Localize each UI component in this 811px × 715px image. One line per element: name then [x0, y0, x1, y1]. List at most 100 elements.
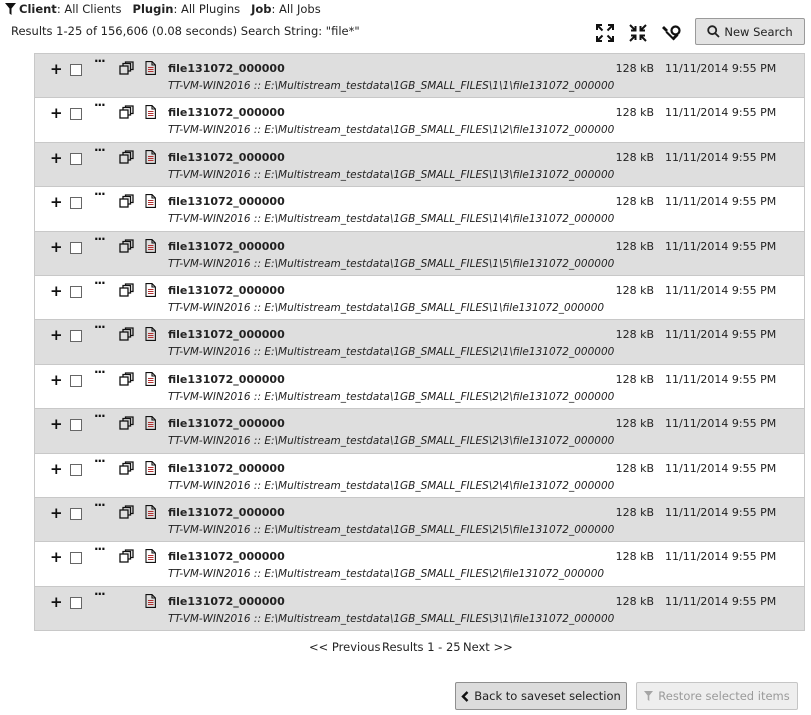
- more-options-icon[interactable]: ···: [94, 542, 106, 556]
- job-filter[interactable]: Job: All Jobs: [251, 2, 321, 16]
- file-icon[interactable]: [145, 149, 156, 167]
- expand-row-button[interactable]: +: [50, 283, 63, 298]
- row-checkbox[interactable]: [70, 552, 82, 565]
- file-icon[interactable]: [145, 327, 156, 344]
- file-icon[interactable]: [145, 238, 156, 256]
- previous-page-link[interactable]: << Previous: [309, 640, 381, 654]
- file-icon[interactable]: [145, 416, 156, 433]
- versions-icon[interactable]: [119, 61, 134, 78]
- restore-selected-button: Restore selected items: [636, 682, 798, 710]
- file-size: 128 kB: [615, 283, 654, 297]
- more-options-icon[interactable]: ···: [94, 454, 106, 468]
- file-name[interactable]: file131072_000000: [168, 550, 285, 563]
- more-options-icon[interactable]: ···: [94, 187, 106, 201]
- file-icon[interactable]: [145, 371, 156, 389]
- expand-row-button[interactable]: +: [50, 505, 63, 520]
- plugin-filter[interactable]: Plugin: All Plugins: [133, 2, 241, 16]
- versions-icon[interactable]: [119, 372, 134, 389]
- expand-row-button[interactable]: +: [50, 417, 63, 432]
- back-to-saveset-button[interactable]: Back to saveset selection: [455, 682, 627, 710]
- tools-button[interactable]: [660, 22, 682, 44]
- row-checkbox[interactable]: [70, 241, 82, 254]
- next-page-link[interactable]: Next >>: [463, 640, 513, 654]
- file-name[interactable]: file131072_000000: [168, 151, 285, 164]
- row-checkbox[interactable]: [70, 285, 82, 298]
- expand-row-button[interactable]: +: [50, 594, 63, 609]
- versions-icon[interactable]: [119, 238, 134, 256]
- expand-row-button[interactable]: +: [50, 550, 63, 565]
- row-checkbox[interactable]: [70, 596, 82, 609]
- tools-icon: [662, 25, 681, 41]
- more-options-icon[interactable]: ···: [94, 54, 106, 68]
- client-filter[interactable]: Client: All Clients: [19, 2, 122, 16]
- expand-row-button[interactable]: +: [50, 195, 63, 210]
- expand-row-button[interactable]: +: [50, 62, 63, 77]
- expand-row-button[interactable]: +: [50, 461, 63, 476]
- collapse-icon: [629, 24, 647, 42]
- file-name[interactable]: file131072_000000: [168, 373, 285, 386]
- file-path: TT-VM-WIN2016 :: E:\Multistream_testdata…: [168, 479, 615, 492]
- row-checkbox[interactable]: [70, 374, 82, 387]
- expand-row-button[interactable]: +: [50, 239, 63, 254]
- file-name[interactable]: file131072_000000: [168, 195, 285, 208]
- file-date: 11/11/2014 9:55 PM: [665, 461, 777, 475]
- file-icon[interactable]: [145, 593, 156, 611]
- versions-icon[interactable]: [119, 283, 134, 300]
- row-checkbox[interactable]: [70, 152, 82, 165]
- row-checkbox[interactable]: [70, 330, 82, 343]
- file-name[interactable]: file131072_000000: [168, 106, 285, 119]
- versions-icon[interactable]: [119, 194, 134, 211]
- more-options-icon[interactable]: ···: [94, 365, 106, 379]
- versions-icon[interactable]: [119, 327, 134, 344]
- file-name[interactable]: file131072_000000: [168, 328, 285, 341]
- file-size: 128 kB: [615, 239, 654, 253]
- file-name[interactable]: file131072_000000: [168, 240, 285, 253]
- more-options-icon[interactable]: ···: [94, 143, 106, 157]
- file-path: TT-VM-WIN2016 :: E:\Multistream_testdata…: [168, 346, 615, 359]
- more-options-icon[interactable]: ···: [94, 276, 106, 290]
- collapse-all-button[interactable]: [627, 22, 649, 44]
- file-icon[interactable]: [145, 194, 156, 211]
- chevron-left-icon: [461, 690, 469, 702]
- file-name[interactable]: file131072_000000: [168, 417, 285, 430]
- file-name[interactable]: file131072_000000: [168, 284, 285, 297]
- versions-icon[interactable]: [119, 150, 134, 167]
- file-icon[interactable]: [145, 549, 156, 566]
- file-icon[interactable]: [145, 460, 156, 478]
- file-name[interactable]: file131072_000000: [168, 506, 285, 519]
- filter-icon[interactable]: [5, 3, 16, 15]
- versions-icon[interactable]: [119, 105, 134, 122]
- file-icon[interactable]: [145, 105, 156, 122]
- more-options-icon[interactable]: ···: [94, 98, 106, 112]
- file-date: 11/11/2014 9:55 PM: [665, 239, 777, 253]
- more-options-icon[interactable]: ···: [94, 409, 106, 423]
- expand-row-button[interactable]: +: [50, 106, 63, 121]
- versions-icon[interactable]: [119, 505, 134, 522]
- row-checkbox[interactable]: [70, 197, 82, 210]
- versions-icon[interactable]: [119, 416, 134, 433]
- file-name[interactable]: file131072_000000: [168, 595, 285, 608]
- row-checkbox[interactable]: [70, 507, 82, 520]
- file-name[interactable]: file131072_000000: [168, 462, 285, 475]
- row-checkbox[interactable]: [70, 463, 82, 476]
- file-icon[interactable]: [145, 283, 156, 300]
- file-icon[interactable]: [145, 61, 156, 78]
- row-checkbox[interactable]: [70, 64, 82, 76]
- file-name[interactable]: file131072_000000: [168, 62, 285, 75]
- new-search-button[interactable]: New Search: [695, 18, 805, 45]
- expand-row-button[interactable]: +: [50, 328, 63, 343]
- more-options-icon[interactable]: ···: [94, 320, 106, 334]
- more-options-icon[interactable]: ···: [94, 587, 106, 601]
- table-row: + ··· file131072_000000 TT-VM-WIN2016 ::…: [35, 497, 804, 543]
- more-options-icon[interactable]: ···: [94, 232, 106, 246]
- more-options-icon[interactable]: ···: [94, 498, 106, 512]
- versions-icon[interactable]: [119, 549, 134, 566]
- expand-row-button[interactable]: +: [50, 150, 63, 165]
- versions-icon[interactable]: [119, 460, 134, 478]
- row-checkbox[interactable]: [70, 419, 82, 432]
- expand-all-button[interactable]: [594, 22, 616, 44]
- file-size: 128 kB: [615, 150, 654, 164]
- expand-row-button[interactable]: +: [50, 372, 63, 387]
- file-icon[interactable]: [145, 504, 156, 522]
- row-checkbox[interactable]: [70, 108, 82, 121]
